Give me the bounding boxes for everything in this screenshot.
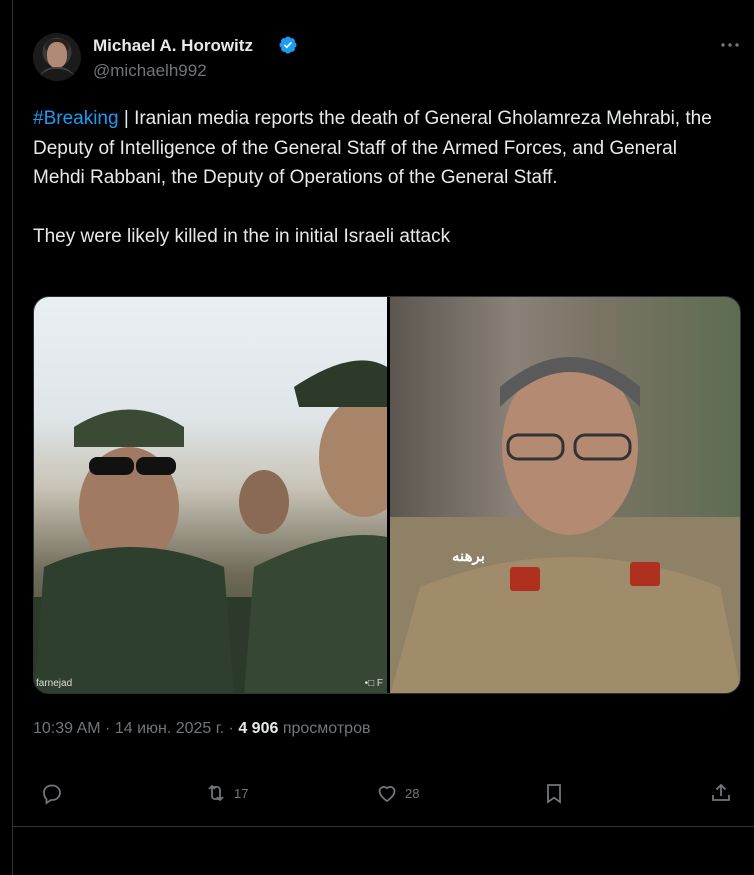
tweet-time[interactable]: 10:39 AM — [33, 720, 101, 737]
verified-badge-icon — [279, 36, 297, 54]
separator: | — [118, 108, 135, 129]
photo-left-mark: •□ F — [364, 678, 383, 689]
tweet-meta: 10:39 AM · 14 июн. 2025 г. · 4 906 просм… — [33, 720, 370, 738]
photo-left-art — [34, 360, 387, 693]
author-avatar[interactable] — [33, 33, 81, 81]
reply-button[interactable] — [40, 781, 70, 805]
tweet-paragraph-1: #Breaking | Iranian media reports the de… — [33, 104, 723, 193]
media-grid: farnejad •□ F برهنه — [33, 296, 741, 694]
share-button[interactable] — [709, 781, 733, 805]
like-count: 28 — [405, 785, 420, 801]
share-icon — [712, 783, 730, 801]
like-button[interactable]: 28 — [375, 781, 419, 805]
meta-dot: · — [100, 720, 115, 737]
tweet-paragraph-2: They were likely killed in the in initia… — [33, 225, 451, 247]
bottom-divider — [12, 826, 754, 827]
bookmark-icon — [547, 784, 561, 804]
tweet-body: Iranian media reports the death of Gener… — [33, 108, 712, 188]
tweet-text: #Breaking | Iranian media reports the de… — [33, 104, 723, 251]
photo-right-watermark: برهنه — [452, 548, 485, 565]
tweet-date[interactable]: 14 июн. 2025 г. — [115, 720, 224, 737]
photo-left-caption: farnejad — [36, 678, 73, 689]
meta-dot: · — [224, 720, 239, 737]
retweet-button[interactable]: 17 — [204, 781, 248, 805]
photo-right-art — [390, 357, 740, 693]
bookmark-button[interactable] — [542, 781, 566, 805]
views-count: 4 906 — [238, 720, 279, 737]
photo-left[interactable]: farnejad •□ F — [34, 297, 387, 693]
views-label: просмотров — [282, 720, 371, 737]
reply-icon — [43, 784, 61, 805]
more-options-icon[interactable] — [719, 36, 741, 54]
column-border — [12, 0, 13, 875]
hashtag-link[interactable]: #Breaking — [33, 108, 119, 129]
tweet-detail: Michael A. Horowitz @michaelh992 #Breaki… — [0, 0, 754, 875]
author-name[interactable]: Michael A. Horowitz — [93, 36, 253, 56]
author-handle[interactable]: @michaelh992 — [93, 61, 207, 81]
retweet-count: 17 — [234, 785, 249, 801]
photo-right[interactable]: برهنه — [390, 297, 740, 693]
heart-icon — [378, 786, 396, 803]
retweet-icon — [208, 784, 224, 802]
